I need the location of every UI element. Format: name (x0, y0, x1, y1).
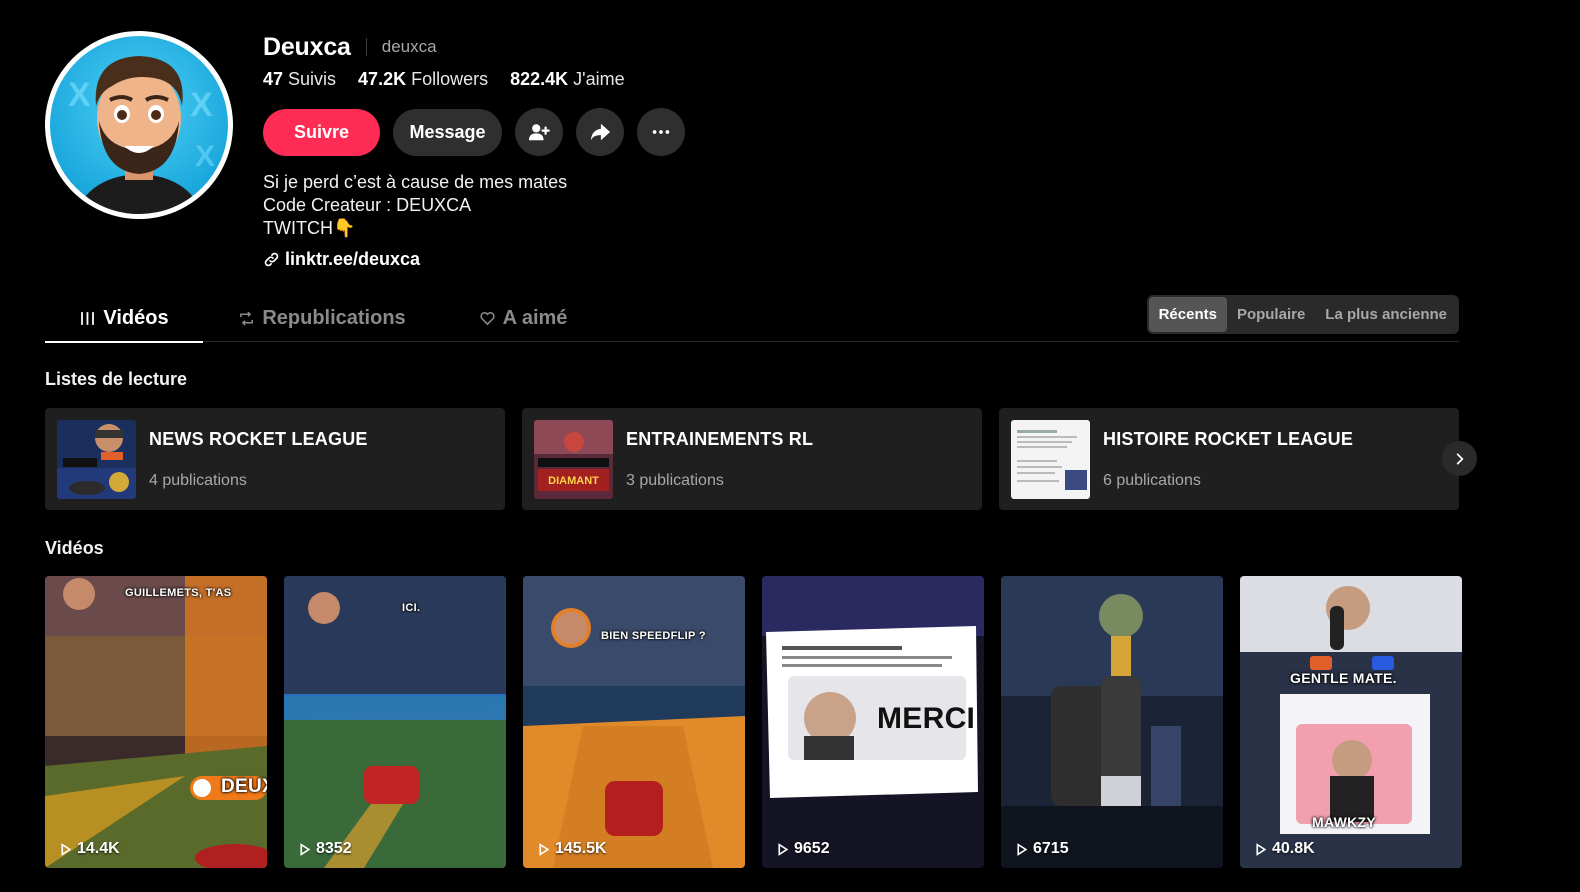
profile-link[interactable]: linktr.ee/deuxca (263, 249, 420, 270)
playlist-thumbnail (57, 419, 136, 499)
video-caption: ICI. (402, 602, 421, 614)
playlist-card[interactable]: DIAMANT ENTRAINEMENTS RL 3 publications (522, 408, 982, 510)
play-icon (61, 842, 72, 856)
tab-reposts[interactable]: Republications (225, 295, 419, 341)
view-count: 145.5K (537, 840, 607, 858)
playlist-count: 4 publications (149, 471, 247, 489)
video-thumbnail[interactable]: BIEN SPEEDFLIP ? 145.5K (523, 576, 745, 868)
likes-stat: 822.4K J'aime (510, 69, 625, 89)
add-friend-button[interactable] (515, 108, 563, 156)
play-icon (778, 842, 789, 856)
tab-videos[interactable]: Vidéos (45, 295, 203, 343)
video-thumbnail[interactable]: 6715 (1001, 576, 1223, 868)
video-overlay-text: DEUX (221, 776, 267, 797)
playlist-thumb-text: DIAMANT (548, 475, 599, 487)
video-caption: BIEN SPEEDFLIP ? (601, 630, 706, 642)
tab-liked[interactable]: A aimé (453, 295, 593, 341)
sort-popular[interactable]: Populaire (1227, 297, 1315, 332)
video-caption: GENTLE MATE. (1290, 670, 1397, 686)
more-options-button[interactable] (637, 108, 685, 156)
add-user-icon (528, 124, 550, 141)
followers-stat[interactable]: 47.2K Followers (358, 69, 488, 90)
view-count: 8352 (298, 840, 352, 858)
view-count: 6715 (1015, 840, 1069, 858)
sort-oldest[interactable]: La plus ancienne (1315, 297, 1457, 332)
playlists-row: NEWS ROCKET LEAGUE 4 publications DIAMAN… (45, 408, 1459, 510)
link-icon (264, 252, 279, 267)
play-icon (1017, 842, 1028, 856)
profile-stats: 47 Suivis 47.2K Followers 822.4K J'aime (263, 69, 625, 90)
following-stat[interactable]: 47 Suivis (263, 69, 336, 90)
share-button[interactable] (576, 108, 624, 156)
username: deuxca (381, 37, 437, 56)
display-name: Deuxca (263, 32, 351, 61)
profile-avatar[interactable]: X X X (45, 31, 233, 219)
heart-lock-icon (479, 311, 495, 325)
videos-title: Vidéos (45, 538, 104, 558)
view-count: 40.8K (1254, 840, 1315, 858)
svg-text:X: X (190, 86, 213, 124)
play-icon (1256, 842, 1267, 856)
bio-line: TWITCH👇 (263, 218, 356, 238)
video-grid: GUILLEMETS, T'AS DEUX 14.4K ICI. 8352 (45, 576, 1462, 868)
playlist-title: NEWS ROCKET LEAGUE (149, 428, 368, 449)
sort-recent[interactable]: Récents (1148, 297, 1227, 332)
playlist-count: 6 publications (1103, 471, 1201, 489)
playlist-count: 3 publications (626, 471, 724, 489)
svg-text:X: X (195, 140, 215, 173)
play-icon (300, 842, 311, 856)
video-caption: GUILLEMETS, T'AS (125, 587, 232, 599)
svg-text:X: X (68, 76, 91, 114)
content-tabs: Vidéos Republications A aimé Récents Pop… (45, 295, 1459, 343)
repost-icon (240, 311, 254, 325)
name-separator (365, 38, 367, 56)
bio-line: Si je perd c’est à cause de mes mates (263, 172, 568, 192)
playlist-title: HISTOIRE ROCKET LEAGUE (1103, 428, 1354, 449)
video-thumbnail[interactable]: MERCI 9652 (762, 576, 984, 868)
follow-button[interactable]: Suivre (263, 108, 380, 156)
grid-lines-icon (81, 311, 95, 325)
message-button[interactable]: Message (393, 108, 502, 156)
profile-link-text[interactable]: linktr.ee/deuxca (285, 249, 420, 270)
bio-line: Code Createur : DEUXCA (263, 195, 472, 215)
video-thumbnail[interactable]: GUILLEMETS, T'AS DEUX 14.4K (45, 576, 267, 868)
sort-toggle: Récents Populaire La plus ancienne (1146, 295, 1459, 334)
video-overlay-text: MAWKZY (1312, 814, 1377, 830)
playlists-next-button[interactable] (1442, 441, 1477, 476)
playlist-card[interactable]: NEWS ROCKET LEAGUE 4 publications (45, 408, 505, 510)
playlist-thumbnail (1011, 419, 1090, 499)
play-icon (539, 842, 550, 856)
playlist-thumbnail: DIAMANT (534, 419, 613, 499)
profile-bio: Si je perd c’est à cause de mes mates Co… (263, 171, 567, 240)
profile-name-row: Deuxca deuxca (263, 32, 437, 62)
video-overlay-text: MERCI (877, 702, 976, 735)
playlist-card[interactable]: HISTOIRE ROCKET LEAGUE 6 publications (999, 408, 1459, 510)
video-thumbnail[interactable]: ICI. 8352 (284, 576, 506, 868)
playlist-title: ENTRAINEMENTS RL (626, 428, 814, 449)
playlists-title: Listes de lecture (45, 369, 188, 389)
view-count: 9652 (776, 840, 830, 858)
more-horizontal-icon (652, 130, 670, 134)
share-icon (590, 123, 611, 141)
video-thumbnail[interactable]: GENTLE MATE. MAWKZY 40.8K (1240, 576, 1462, 868)
chevron-right-icon (1456, 452, 1464, 465)
profile-actions: Suivre Message (263, 108, 685, 156)
view-count: 14.4K (59, 840, 120, 858)
